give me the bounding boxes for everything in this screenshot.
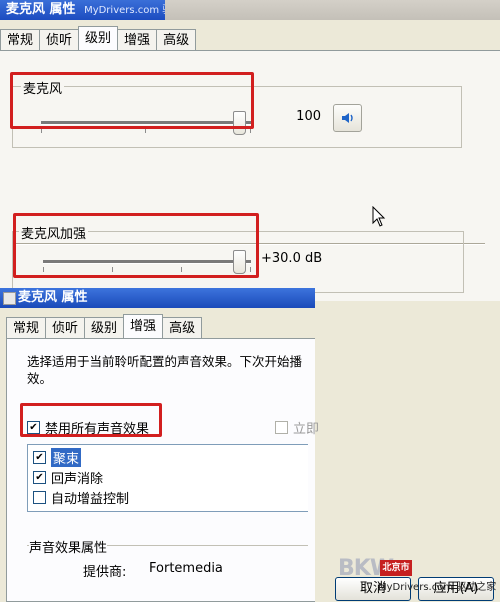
front-tab-enhancements[interactable]: 增强 xyxy=(123,314,164,338)
front-tab-advanced[interactable]: 高级 xyxy=(162,317,203,338)
front-tab-general[interactable]: 常规 xyxy=(6,317,47,338)
speaker-icon xyxy=(341,113,353,123)
effect-item-auto-gain[interactable]: 自动增益控制 xyxy=(33,488,129,507)
site-logo-badge: 北京市场 xyxy=(380,560,412,589)
effect-item-beamforming[interactable]: ✔ 聚束 xyxy=(33,448,82,467)
back-tab-bar: 常规 侦听 级别 增强 高级 xyxy=(0,26,197,50)
back-tab-listen[interactable]: 侦听 xyxy=(39,29,80,50)
mouse-cursor-icon xyxy=(372,206,386,227)
back-tab-general[interactable]: 常规 xyxy=(0,29,41,50)
back-tab-advanced[interactable]: 高级 xyxy=(156,29,197,50)
checkbox-checked-icon: ✔ xyxy=(33,451,46,464)
title-watermark: MyDrivers.com 驱动之家 xyxy=(84,5,165,16)
back-window-title: 麦克风 属性 xyxy=(6,2,76,17)
checkbox-checked-icon: ✔ xyxy=(33,471,46,484)
back-tab-enhancements[interactable]: 增强 xyxy=(117,29,158,50)
bottom-watermark: MyDrivers.com 驱动之家 xyxy=(378,582,497,593)
provider-label: 提供商: xyxy=(83,565,127,580)
effect-item-echo-cancellation[interactable]: ✔ 回声消除 xyxy=(33,468,103,487)
effect-label: 聚束 xyxy=(51,448,82,467)
mic-mute-button[interactable] xyxy=(333,104,362,132)
enhancements-description: 选择适用于当前聆听配置的声音效果。下次开始播 效。 xyxy=(27,353,312,387)
description-line-1: 选择适用于当前聆听配置的声音效果。下次开始播 xyxy=(27,354,303,369)
mic-boost-value: +30.0 dB xyxy=(261,251,323,266)
effects-list: ✔ 聚束 ✔ 回声消除 自动增益控制 xyxy=(27,444,308,512)
immediate-mode-checkbox[interactable]: 立即 xyxy=(275,418,319,437)
front-window: 常规 侦听 级别 增强 高级 选择适用于当前聆听配置的声音效果。下次开始播 效。… xyxy=(0,308,319,602)
effect-label: 回声消除 xyxy=(51,472,104,487)
mic-level-value: 100 xyxy=(296,109,321,124)
back-window-title-bar[interactable]: 麦克风 属性 MyDrivers.com 驱动之家 xyxy=(0,0,165,20)
front-tab-bar: 常规 侦听 级别 增强 高级 xyxy=(6,314,203,338)
effect-label: 自动增益控制 xyxy=(51,492,130,507)
app-icon xyxy=(3,292,16,305)
checkbox-unchecked-icon xyxy=(275,421,288,434)
checkbox-unchecked-icon xyxy=(33,491,46,504)
provider-value: Fortemedia xyxy=(149,561,223,576)
highlight-box-disable-effects xyxy=(20,403,162,437)
immediate-mode-label: 立即 xyxy=(293,422,320,437)
description-line-2: 效。 xyxy=(27,371,53,386)
back-window-title-bar-rest xyxy=(165,0,500,20)
front-tab-levels[interactable]: 级别 xyxy=(84,317,125,338)
front-window-title-bar[interactable]: 麦克风 属性 xyxy=(0,288,315,308)
enhancements-panel: 选择适用于当前聆听配置的声音效果。下次开始播 效。 ✔ 禁用所有声音效果 立即 … xyxy=(6,338,319,602)
back-tab-levels[interactable]: 级别 xyxy=(78,26,119,50)
highlight-box-mic-boost xyxy=(13,213,259,278)
front-window-title: 麦克风 属性 xyxy=(18,290,88,305)
front-tab-listen[interactable]: 侦听 xyxy=(45,317,86,338)
effect-properties-label: 声音效果属性 xyxy=(29,537,108,556)
highlight-box-mic-level xyxy=(10,72,254,129)
